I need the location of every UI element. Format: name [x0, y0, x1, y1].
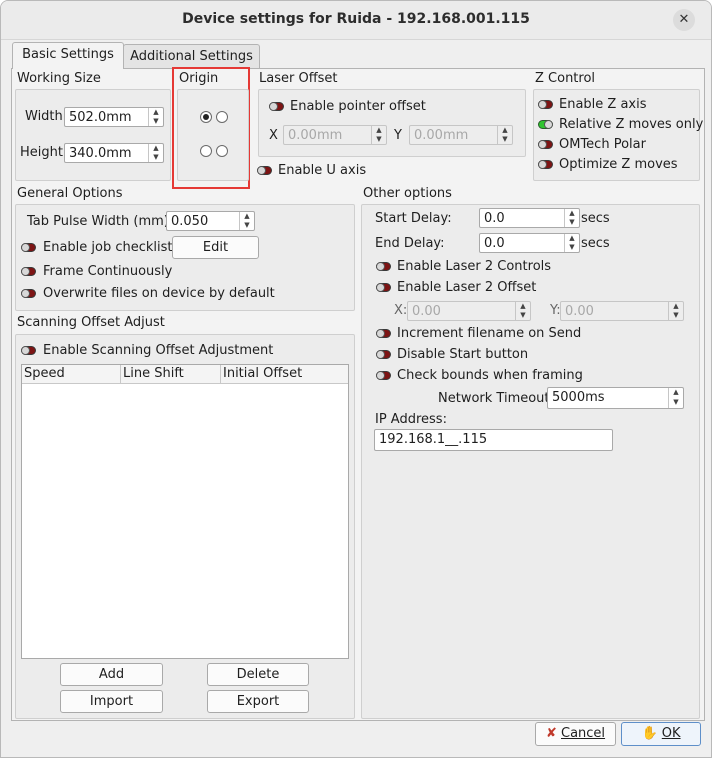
pointer-offset-label: Enable pointer offset	[290, 99, 426, 114]
ip-address-field[interactable]: 192.168.1__.115	[374, 429, 613, 451]
laser2-controls-label: Enable Laser 2 Controls	[397, 259, 552, 274]
origin-bottom-left-radio[interactable]	[200, 145, 212, 157]
optimize-z-label: Optimize Z moves	[559, 157, 678, 172]
import-button[interactable]: Import	[60, 690, 163, 713]
scanning-offset-label: Enable Scanning Offset Adjustment	[43, 343, 274, 358]
frame-continuously-label: Frame Continuously	[43, 264, 173, 279]
laser2-offset-label: Enable Laser 2 Offset	[397, 280, 537, 295]
working-size-group	[15, 89, 171, 181]
cancel-icon: ✘	[545, 726, 557, 741]
laser2-offset-toggle[interactable]	[376, 283, 391, 292]
end-delay-unit: secs	[581, 236, 610, 251]
add-button[interactable]: Add	[60, 663, 163, 686]
working-size-title: Working Size	[17, 71, 101, 86]
offset-x-field[interactable]: 0.00mm ▲ ▼	[283, 125, 387, 145]
end-delay-label: End Delay:	[375, 236, 445, 251]
offset-x-label: X	[269, 128, 278, 143]
column-line-shift[interactable]: Line Shift	[121, 365, 221, 383]
cancel-button[interactable]: ✘ Cancel	[535, 722, 616, 746]
close-icon: ✕	[678, 12, 690, 27]
optimize-z-toggle[interactable]	[538, 160, 553, 169]
delete-button[interactable]: Delete	[207, 663, 309, 686]
overwrite-toggle[interactable]	[21, 289, 36, 298]
width-label: Width	[25, 109, 63, 124]
overwrite-label: Overwrite files on device by default	[43, 286, 275, 301]
height-label: Height	[20, 145, 63, 160]
edit-button[interactable]: Edit	[172, 236, 259, 259]
start-delay-label: Start Delay:	[375, 211, 452, 226]
scanning-offset-title: Scanning Offset Adjust	[17, 315, 165, 330]
laser2-x-field[interactable]: 0.00 ▲ ▼	[407, 301, 531, 321]
general-options-title: General Options	[17, 186, 123, 201]
height-field[interactable]: 340.0mm ▲ ▼	[64, 143, 164, 163]
width-field[interactable]: 502.0mm ▲ ▼	[64, 107, 164, 127]
scanning-offset-toggle[interactable]	[21, 346, 36, 355]
omtech-polar-toggle[interactable]	[538, 140, 553, 149]
width-spinner[interactable]: ▲ ▼	[148, 108, 163, 126]
start-delay-unit: secs	[581, 211, 610, 226]
table-header: Speed Line Shift Initial Offset	[22, 365, 348, 384]
network-timeout-label: Network Timeout	[438, 391, 550, 406]
tab-pulse-field[interactable]: 0.050 ▲ ▼	[166, 211, 255, 231]
start-delay-field[interactable]: 0.0 ▲ ▼	[479, 208, 580, 228]
laser-offset-title: Laser Offset	[259, 71, 338, 86]
pointer-offset-toggle[interactable]	[269, 102, 284, 111]
omtech-polar-label: OMTech Polar	[559, 137, 646, 152]
tab-basic-settings[interactable]: Basic Settings	[12, 42, 124, 69]
increment-filename-label: Increment filename on Send	[397, 326, 582, 341]
end-delay-field[interactable]: 0.0 ▲ ▼	[479, 233, 580, 253]
u-axis-toggle[interactable]	[257, 166, 272, 175]
scanning-offset-table[interactable]	[21, 364, 349, 659]
column-initial-offset[interactable]: Initial Offset	[221, 365, 348, 383]
ok-icon: ✋	[641, 726, 658, 741]
job-checklist-toggle[interactable]	[21, 243, 36, 252]
other-options-title: Other options	[363, 186, 452, 201]
relative-z-label: Relative Z moves only	[559, 117, 704, 132]
disable-start-label: Disable Start button	[397, 347, 529, 362]
dialog-window: Device settings for Ruida - 192.168.001.…	[0, 0, 712, 758]
disable-start-toggle[interactable]	[376, 350, 391, 359]
tab-additional-settings[interactable]: Additional Settings	[123, 44, 260, 69]
tab-pulse-label: Tab Pulse Width (mm)	[27, 214, 169, 229]
close-button[interactable]: ✕	[673, 9, 695, 31]
z-control-title: Z Control	[535, 71, 596, 86]
frame-continuously-toggle[interactable]	[21, 267, 36, 276]
network-timeout-select[interactable]: 5000ms ▲ ▼	[547, 387, 684, 409]
offset-y-field[interactable]: 0.00mm ▲ ▼	[409, 125, 513, 145]
z-axis-toggle[interactable]	[538, 100, 553, 109]
origin-top-left-radio[interactable]	[200, 111, 212, 123]
origin-group	[177, 89, 249, 181]
ok-button[interactable]: ✋ OK	[621, 722, 701, 746]
laser2-x-label: X:	[394, 303, 408, 318]
laser2-y-field[interactable]: 0.00 ▲ ▼	[560, 301, 684, 321]
u-axis-label: Enable U axis	[278, 163, 367, 178]
job-checklist-label: Enable job checklist	[43, 240, 173, 255]
z-axis-label: Enable Z axis	[559, 97, 647, 112]
offset-y-label: Y	[394, 128, 402, 143]
check-bounds-label: Check bounds when framing	[397, 368, 583, 383]
window-title: Device settings for Ruida - 192.168.001.…	[182, 11, 530, 27]
origin-title: Origin	[179, 71, 219, 86]
origin-bottom-right-radio[interactable]	[216, 145, 228, 157]
height-spinner[interactable]: ▲ ▼	[148, 144, 163, 162]
relative-z-toggle[interactable]	[538, 120, 553, 129]
increment-filename-toggle[interactable]	[376, 329, 391, 338]
laser2-controls-toggle[interactable]	[376, 262, 391, 271]
export-button[interactable]: Export	[207, 690, 309, 713]
origin-top-right-radio[interactable]	[216, 111, 228, 123]
column-speed[interactable]: Speed	[22, 365, 121, 383]
check-bounds-toggle[interactable]	[376, 371, 391, 380]
title-bar: Device settings for Ruida - 192.168.001.…	[1, 1, 711, 40]
ip-address-label: IP Address:	[375, 412, 447, 427]
